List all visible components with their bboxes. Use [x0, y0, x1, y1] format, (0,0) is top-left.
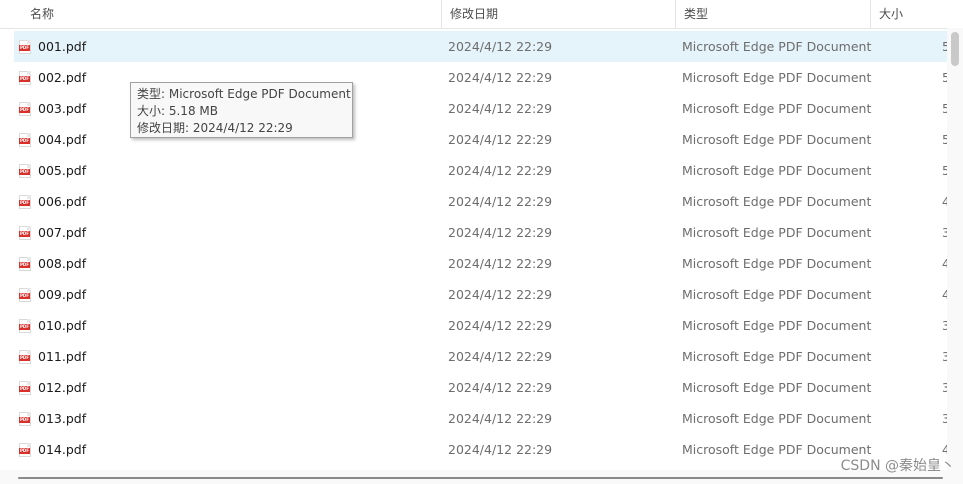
pdf-file-icon: PDF	[19, 443, 33, 457]
pdf-file-icon: PDF	[19, 102, 33, 116]
file-name: 008.pdf	[38, 256, 87, 271]
file-modified-date: 2024/4/12 22:29	[448, 349, 553, 364]
pdf-icon-label: PDF	[19, 355, 30, 361]
pdf-file-icon: PDF	[19, 319, 33, 333]
file-type: Microsoft Edge PDF Document	[682, 256, 872, 271]
file-type: Microsoft Edge PDF Document	[682, 225, 872, 240]
file-name: 005.pdf	[38, 163, 87, 178]
pdf-icon-label: PDF	[19, 417, 30, 423]
pdf-file-icon: PDF	[19, 288, 33, 302]
file-name: 011.pdf	[38, 349, 87, 364]
pdf-icon-label: PDF	[19, 448, 30, 454]
file-row[interactable]: PDF 010.pdf 2024/4/12 22:29 Microsoft Edge …	[14, 310, 947, 341]
file-type: Microsoft Edge PDF Document	[682, 318, 872, 333]
pdf-icon-label: PDF	[19, 293, 30, 299]
horizontal-scrollbar-thumb[interactable]	[18, 477, 943, 479]
pdf-icon-label: PDF	[19, 324, 30, 330]
pdf-icon-label: PDF	[19, 262, 30, 268]
file-name: 003.pdf	[38, 101, 87, 116]
file-name: 014.pdf	[38, 442, 87, 457]
pdf-icon-label: PDF	[19, 45, 30, 51]
file-modified-date: 2024/4/12 22:29	[448, 442, 553, 457]
file-modified-date: 2024/4/12 22:29	[448, 380, 553, 395]
pdf-file-icon: PDF	[19, 412, 33, 426]
pdf-file-icon: PDF	[19, 40, 33, 54]
column-header-date[interactable]: 修改日期	[441, 0, 675, 28]
file-modified-date: 2024/4/12 22:29	[448, 318, 553, 333]
file-row[interactable]: PDF 011.pdf 2024/4/12 22:29 Microsoft Edge …	[14, 341, 947, 372]
file-row[interactable]: PDF 006.pdf 2024/4/12 22:29 Microsoft Edge …	[14, 186, 947, 217]
file-modified-date: 2024/4/12 22:29	[448, 70, 553, 85]
vertical-scrollbar-thumb[interactable]	[951, 32, 959, 66]
pdf-icon-label: PDF	[19, 386, 30, 392]
sort-ascending-icon: ^	[228, 0, 237, 7]
file-row[interactable]: PDF 008.pdf 2024/4/12 22:29 Microsoft Edge …	[14, 248, 947, 279]
file-type: Microsoft Edge PDF Document	[682, 39, 872, 54]
file-modified-date: 2024/4/12 22:29	[448, 194, 553, 209]
file-modified-date: 2024/4/12 22:29	[448, 411, 553, 426]
column-header-type[interactable]: 类型	[675, 0, 870, 28]
file-row[interactable]: PDF 007.pdf 2024/4/12 22:29 Microsoft Edge …	[14, 217, 947, 248]
file-type: Microsoft Edge PDF Document	[682, 380, 872, 395]
file-row[interactable]: PDF 012.pdf 2024/4/12 22:29 Microsoft Edge …	[14, 372, 947, 403]
file-name: 009.pdf	[38, 287, 87, 302]
pdf-file-icon: PDF	[19, 226, 33, 240]
pdf-icon-label: PDF	[19, 200, 30, 206]
file-name: 007.pdf	[38, 225, 87, 240]
file-modified-date: 2024/4/12 22:29	[448, 225, 553, 240]
pdf-file-icon: PDF	[19, 164, 33, 178]
pdf-file-icon: PDF	[19, 71, 33, 85]
file-type: Microsoft Edge PDF Document	[682, 163, 872, 178]
file-row[interactable]: PDF 014.pdf 2024/4/12 22:29 Microsoft Edge …	[14, 434, 947, 465]
file-info-tooltip: 类型: Microsoft Edge PDF Document 大小: 5.18…	[130, 82, 353, 138]
file-name: 004.pdf	[38, 132, 87, 147]
file-type: Microsoft Edge PDF Document	[682, 132, 872, 147]
pdf-file-icon: PDF	[19, 257, 33, 271]
column-header-size[interactable]: 大小	[870, 0, 963, 28]
vertical-scrollbar[interactable]	[947, 28, 963, 470]
file-type: Microsoft Edge PDF Document	[682, 70, 872, 85]
file-type: Microsoft Edge PDF Document	[682, 287, 872, 302]
pdf-icon-label: PDF	[19, 76, 30, 82]
file-modified-date: 2024/4/12 22:29	[448, 39, 553, 54]
file-modified-date: 2024/4/12 22:29	[448, 163, 553, 178]
file-modified-date: 2024/4/12 22:29	[448, 132, 553, 147]
pdf-file-icon: PDF	[19, 195, 33, 209]
pdf-file-icon: PDF	[19, 381, 33, 395]
pdf-icon-label: PDF	[19, 138, 30, 144]
file-name: 012.pdf	[38, 380, 87, 395]
tooltip-type: 类型: Microsoft Edge PDF Document	[137, 87, 351, 101]
file-modified-date: 2024/4/12 22:29	[448, 101, 553, 116]
file-row[interactable]: PDF 009.pdf 2024/4/12 22:29 Microsoft Edge …	[14, 279, 947, 310]
pdf-icon-label: PDF	[19, 107, 30, 113]
pdf-file-icon: PDF	[19, 133, 33, 147]
file-type: Microsoft Edge PDF Document	[682, 411, 872, 426]
file-name: 010.pdf	[38, 318, 87, 333]
file-name: 006.pdf	[38, 194, 87, 209]
file-row[interactable]: PDF 013.pdf 2024/4/12 22:29 Microsoft Edge …	[14, 403, 947, 434]
file-name: 002.pdf	[38, 70, 87, 85]
file-row[interactable]: PDF 005.pdf 2024/4/12 22:29 Microsoft Edge …	[14, 155, 947, 186]
file-type: Microsoft Edge PDF Document	[682, 194, 872, 209]
file-type: Microsoft Edge PDF Document	[682, 101, 872, 116]
pdf-icon-label: PDF	[19, 231, 30, 237]
pdf-icon-label: PDF	[19, 169, 30, 175]
file-name: 001.pdf	[38, 39, 87, 54]
pdf-file-icon: PDF	[19, 350, 33, 364]
watermark: CSDN @秦始皇丶	[840, 458, 955, 474]
file-modified-date: 2024/4/12 22:29	[448, 256, 553, 271]
column-header-bar: 名称 ^ 修改日期 类型 大小	[0, 0, 963, 29]
file-name: 013.pdf	[38, 411, 87, 426]
file-modified-date: 2024/4/12 22:29	[448, 287, 553, 302]
file-type: Microsoft Edge PDF Document	[682, 349, 872, 364]
file-row[interactable]: PDF 001.pdf 2024/4/12 22:29 Microsoft Edge …	[14, 31, 947, 62]
tooltip-size: 大小: 5.18 MB	[137, 104, 218, 118]
tooltip-date: 修改日期: 2024/4/12 22:29	[137, 121, 293, 135]
